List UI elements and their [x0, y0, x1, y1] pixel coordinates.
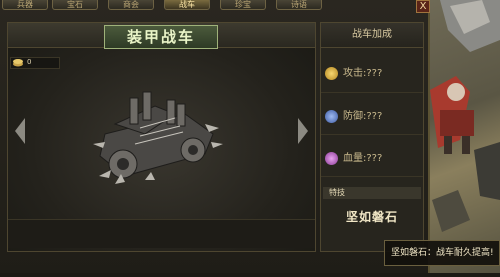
tab-chariot[interactable]: 战车: [164, 0, 210, 10]
tab-guild[interactable]: 商会: [108, 0, 154, 10]
next-arrow-icon[interactable]: [298, 118, 308, 144]
tab-poetry[interactable]: 诗语: [276, 0, 322, 10]
skill-header: 特技: [323, 187, 421, 199]
game-scene-background: [430, 0, 500, 273]
hp-label: 血量:???: [343, 153, 383, 164]
currency-value: 0: [27, 58, 32, 66]
skill-tooltip: 坚如磐石：战车耐久提高!: [384, 240, 500, 266]
defense-label: 防御:???: [343, 111, 383, 122]
tab-treasure[interactable]: 珍宝: [220, 0, 266, 10]
heart-icon: [325, 152, 338, 165]
hp-stat: 血量:???: [321, 141, 423, 177]
chariot-info-strip: [8, 219, 315, 248]
vehicle-title: 装甲战车: [104, 25, 218, 49]
armored-chariot-image: [93, 91, 223, 184]
attack-label: 攻击:???: [343, 68, 383, 79]
attack-stat: 攻击:???: [321, 57, 423, 93]
tab-gems[interactable]: 宝石: [52, 0, 98, 10]
bonus-header: 战车加成: [321, 23, 423, 48]
coin-icon: [13, 59, 23, 67]
sword-icon: [325, 67, 338, 80]
defense-stat: 防御:???: [321, 99, 423, 135]
scene-characters-image: [430, 0, 500, 232]
tab-weapons[interactable]: 兵器: [2, 0, 48, 10]
shield-icon: [325, 110, 338, 123]
skill-name[interactable]: 坚如磐石: [321, 208, 423, 225]
close-button[interactable]: X: [416, 0, 430, 13]
prev-arrow-icon[interactable]: [15, 118, 25, 144]
